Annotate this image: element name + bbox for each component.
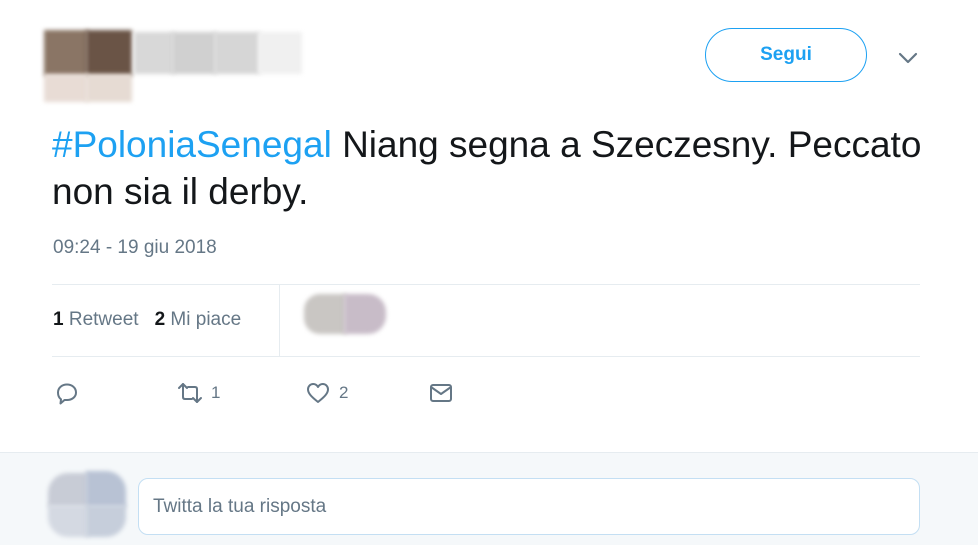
mail-icon	[430, 384, 452, 402]
tweet-text: #PoloniaSenegal Niang segna a Szeczesny.…	[52, 121, 932, 215]
retweet-stat[interactable]: 1 Retweet	[53, 309, 139, 331]
like-stat-count: 2	[154, 309, 166, 330]
like-count: 2	[339, 383, 349, 402]
divider	[52, 356, 920, 357]
author-name[interactable]	[134, 32, 174, 74]
avatar[interactable]	[304, 294, 346, 334]
follow-button[interactable]: Segui	[705, 28, 867, 82]
avatar-pixel	[86, 30, 132, 76]
retweet-stat-count: 1	[53, 309, 64, 330]
chevron-down-icon[interactable]	[896, 47, 920, 69]
divider	[52, 284, 920, 285]
liker-avatars[interactable]	[296, 292, 392, 336]
avatar[interactable]	[344, 294, 386, 334]
retweet-button[interactable]: 1	[177, 378, 220, 408]
like-stat[interactable]: 2 Mi piace	[155, 309, 242, 331]
reply-icon	[57, 383, 77, 405]
avatar[interactable]	[44, 30, 88, 76]
hashtag-link[interactable]: #PoloniaSenegal	[52, 124, 332, 165]
author-name-pixel	[172, 32, 216, 74]
avatar-pixel	[48, 505, 88, 537]
tweet-timestamp[interactable]: 09:24 - 19 giu 2018	[53, 237, 217, 259]
stats-divider	[279, 285, 280, 356]
like-button[interactable]: 2	[305, 378, 348, 408]
retweet-icon	[178, 383, 202, 403]
author-block[interactable]	[44, 16, 304, 102]
avatar-pixel	[86, 505, 126, 537]
retweet-count: 1	[211, 383, 221, 402]
like-stat-label: Mi piace	[170, 309, 242, 330]
avatar-pixel	[44, 74, 88, 102]
reply-composer: Twitta la tua risposta	[0, 452, 978, 545]
reply-input[interactable]: Twitta la tua risposta	[138, 478, 920, 535]
tweet-stats: 1 Retweet 2 Mi piace	[53, 309, 241, 331]
avatar	[44, 467, 128, 539]
heart-icon	[307, 383, 329, 403]
author-name-pixel	[258, 32, 302, 74]
reply-button[interactable]	[54, 378, 80, 408]
avatar-pixel	[86, 74, 132, 102]
tweet-card: Segui #PoloniaSenegal Niang segna a Szec…	[0, 0, 978, 452]
avatar-pixel	[48, 473, 88, 507]
author-name-pixel	[214, 32, 260, 74]
retweet-stat-label: Retweet	[68, 309, 139, 330]
direct-message-button[interactable]	[428, 378, 454, 408]
avatar-pixel	[86, 471, 126, 507]
